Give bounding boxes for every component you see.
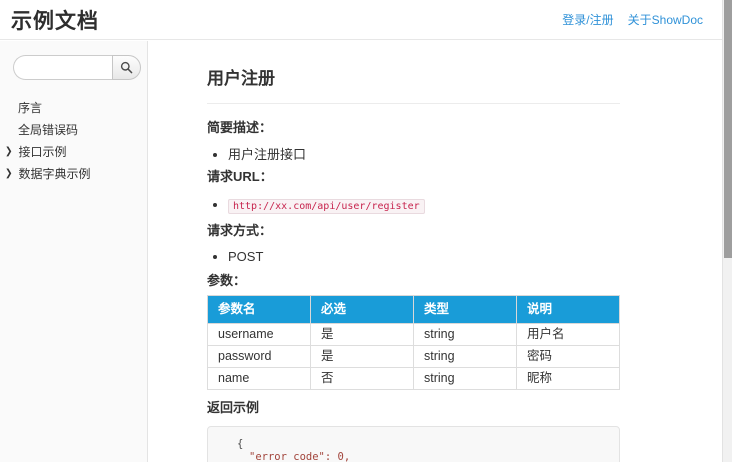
main-content: 用户注册 简要描述： 用户注册接口 请求URL： http://xx.com/a… <box>149 41 722 462</box>
table-header-cell: 说明 <box>517 296 620 324</box>
request-url-code: http://xx.com/api/user/register <box>228 199 425 214</box>
section-label-params: 参数： <box>207 273 620 289</box>
sidebar-item-label: 接口示例 <box>19 143 67 160</box>
params-table: 参数名 必选 类型 说明 username 是 string 用户名 passw… <box>207 295 620 390</box>
table-header-cell: 必选 <box>311 296 414 324</box>
page-title: 用户注册 <box>207 68 620 89</box>
table-cell: 否 <box>311 368 414 390</box>
table-header-cell: 类型 <box>414 296 517 324</box>
table-cell: username <box>208 324 311 346</box>
scrollbar-track[interactable] <box>722 0 732 462</box>
document-body: 用户注册 简要描述： 用户注册接口 请求URL： http://xx.com/a… <box>207 68 620 462</box>
table-row: name 否 string 昵称 <box>208 368 620 390</box>
table-row: password 是 string 密码 <box>208 346 620 368</box>
header: 示例文档 登录/注册 关于ShowDoc <box>0 0 722 40</box>
params-table-body: username 是 string 用户名 password 是 string … <box>208 324 620 390</box>
search-button[interactable] <box>112 55 141 80</box>
about-showdoc-link[interactable]: 关于ShowDoc <box>628 11 703 28</box>
params-table-head: 参数名 必选 类型 说明 <box>208 296 620 324</box>
section-label-brief: 简要描述： <box>207 120 620 136</box>
chevron-right-icon: ❯ <box>5 167 13 179</box>
sidebar-item-label: 数据字典示例 <box>19 165 91 182</box>
list-item-url: http://xx.com/api/user/register <box>228 197 620 215</box>
sidebar: 序言 全局错误码 ❯ 接口示例 ❯ 数据字典示例 <box>0 41 148 462</box>
section-label-return-example: 返回示例 <box>207 400 620 416</box>
search-icon <box>120 61 133 74</box>
table-cell: 是 <box>311 346 414 368</box>
sidebar-item-label: 序言 <box>18 99 42 116</box>
sidebar-item-preface[interactable]: 序言 <box>0 96 147 118</box>
search-input[interactable] <box>13 55 112 80</box>
search-bar <box>13 55 147 80</box>
table-cell: 是 <box>311 324 414 346</box>
app-title: 示例文档 <box>11 5 99 35</box>
sidebar-item-label: 全局错误码 <box>18 121 78 138</box>
table-cell: password <box>208 346 311 368</box>
code-line: { <box>237 438 609 451</box>
table-cell: 密码 <box>517 346 620 368</box>
code-block: {"error_code": 0, <box>207 426 620 462</box>
list-item-brief: 用户注册接口 <box>228 147 620 163</box>
table-cell: 昵称 <box>517 368 620 390</box>
table-cell: 用户名 <box>517 324 620 346</box>
brief-list: 用户注册接口 <box>207 147 620 163</box>
chevron-right-icon: ❯ <box>5 145 13 157</box>
login-register-link[interactable]: 登录/注册 <box>562 11 613 28</box>
code-line: "error_code": 0, <box>237 451 609 462</box>
table-cell: name <box>208 368 311 390</box>
table-cell: string <box>414 368 517 390</box>
section-label-url: 请求URL： <box>207 169 620 185</box>
sidebar-item-data-dictionary-examples[interactable]: ❯ 数据字典示例 <box>0 162 147 184</box>
list-item-method: POST <box>228 249 620 265</box>
table-header-row: 参数名 必选 类型 说明 <box>208 296 620 324</box>
sidebar-menu: 序言 全局错误码 ❯ 接口示例 ❯ 数据字典示例 <box>0 96 147 184</box>
table-row: username 是 string 用户名 <box>208 324 620 346</box>
section-label-method: 请求方式： <box>207 223 620 239</box>
header-links: 登录/注册 关于ShowDoc <box>562 11 703 28</box>
title-divider <box>207 103 620 104</box>
scrollbar-thumb[interactable] <box>724 0 732 258</box>
table-cell: string <box>414 346 517 368</box>
table-cell: string <box>414 324 517 346</box>
table-header-cell: 参数名 <box>208 296 311 324</box>
method-list: POST <box>207 249 620 265</box>
sidebar-item-global-error-codes[interactable]: 全局错误码 <box>0 118 147 140</box>
url-list: http://xx.com/api/user/register <box>207 197 620 215</box>
sidebar-item-api-examples[interactable]: ❯ 接口示例 <box>0 140 147 162</box>
